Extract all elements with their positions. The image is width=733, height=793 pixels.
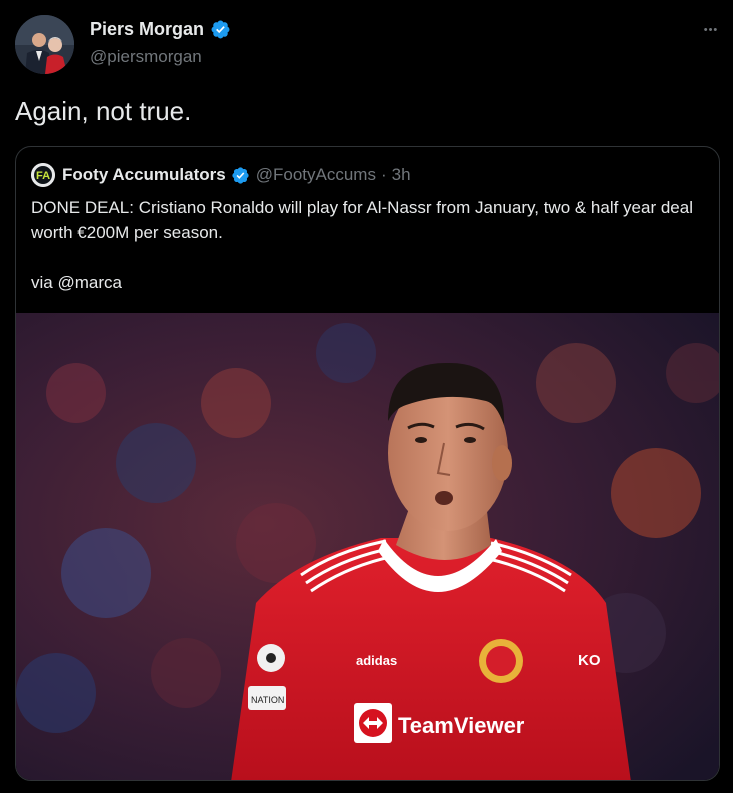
adidas-logo-text: adidas <box>356 653 397 668</box>
author-name[interactable]: Piers Morgan <box>90 19 204 40</box>
quote-avatar[interactable]: FA <box>31 163 55 187</box>
sleeve-badge-text: NATION <box>251 695 284 705</box>
sleeve-sponsor-text: KO <box>578 652 601 669</box>
svg-text:FA: FA <box>36 170 50 182</box>
ronaldo-photo: adidas NATION KO TeamViewer <box>16 313 719 780</box>
quote-text: DONE DEAL: Cristiano Ronaldo will play f… <box>31 195 701 295</box>
more-options-button[interactable]: ••• <box>698 20 724 42</box>
quote-verified-badge-icon <box>232 166 249 184</box>
quote-separator: · <box>380 165 387 184</box>
author-handle[interactable]: @piersmorgan <box>90 47 202 67</box>
author-name-row[interactable]: Piers Morgan <box>90 19 231 40</box>
shirt-sponsor-text: TeamViewer <box>398 713 525 738</box>
quote-timestamp[interactable]: 3h <box>392 165 411 185</box>
footy-accums-logo-icon: FA <box>31 163 55 187</box>
more-dots-icon: ••• <box>703 24 719 36</box>
avatar-photo <box>15 15 74 74</box>
quote-tweet-card[interactable]: FA Footy Accumulators @FootyAccums · 3h … <box>15 146 720 781</box>
author-avatar[interactable] <box>15 15 74 74</box>
quote-text-via: via @marca <box>31 273 122 292</box>
quote-author-name[interactable]: Footy Accumulators <box>62 165 226 185</box>
quote-header: FA Footy Accumulators @FootyAccums · 3h <box>31 162 411 188</box>
quote-text-line: DONE DEAL: Cristiano Ronaldo will play f… <box>31 198 693 242</box>
tweet-text: Again, not true. <box>15 96 192 126</box>
verified-badge-icon <box>211 20 230 39</box>
quote-author-handle[interactable]: @FootyAccums <box>256 165 376 185</box>
quote-media-image[interactable]: adidas NATION KO TeamViewer <box>16 313 719 780</box>
